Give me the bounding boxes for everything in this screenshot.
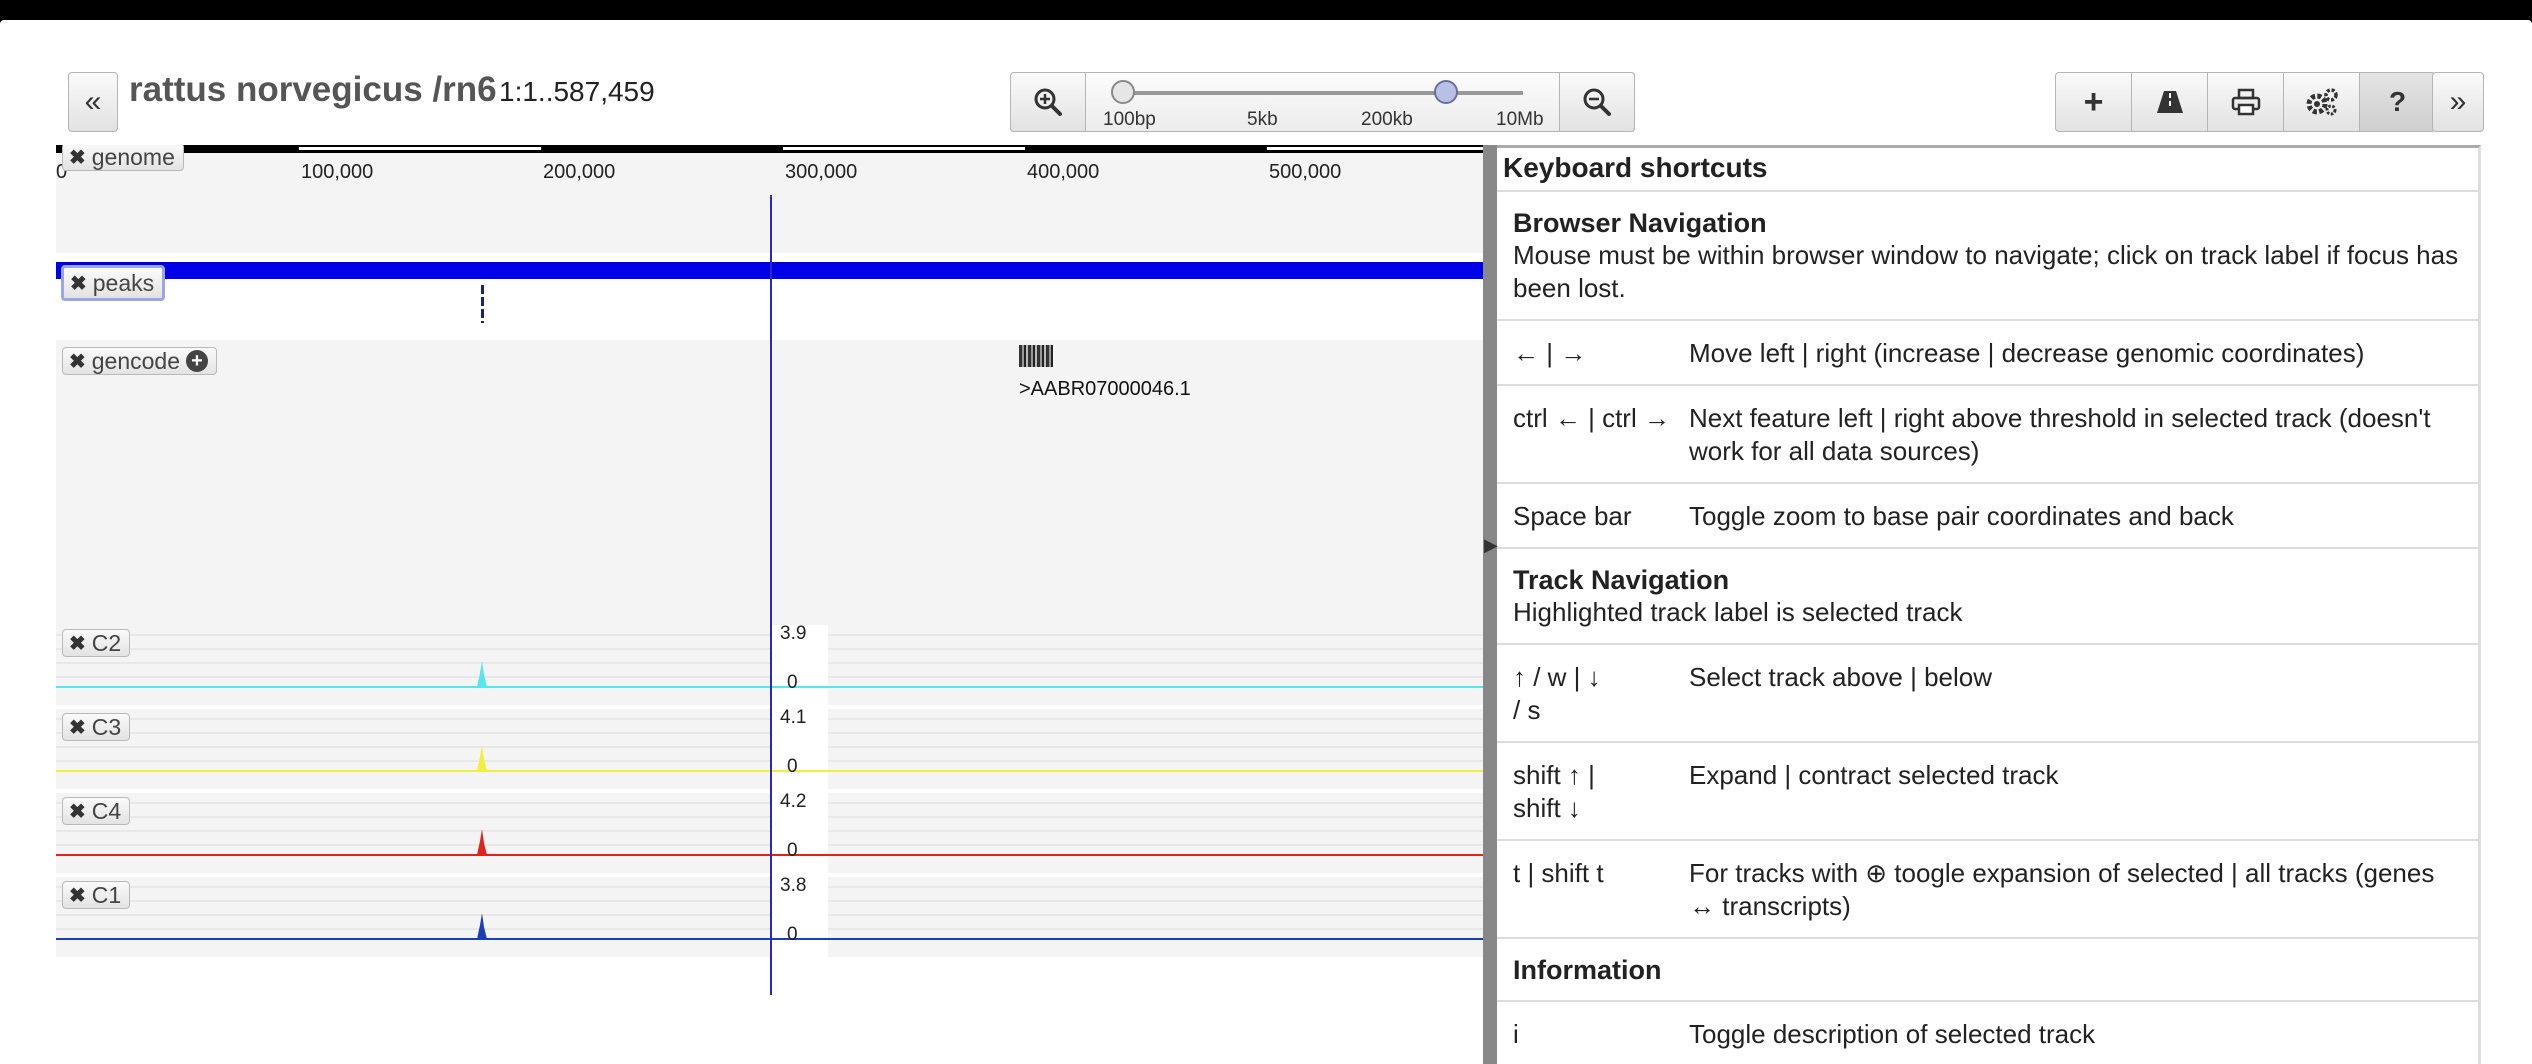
shortcut-key: Space bar	[1513, 501, 1632, 531]
chevron-right-icon[interactable]: ▶	[1484, 535, 1498, 556]
track-label-c2[interactable]: ✖ C2	[62, 629, 131, 657]
c1-max-label: 3.8	[780, 875, 807, 896]
close-icon[interactable]: ✖	[69, 715, 86, 740]
zoom-in-icon	[1034, 88, 1062, 116]
zoom-label-100bp: 100bp	[1103, 109, 1156, 130]
printer-icon	[2231, 88, 2260, 116]
shortcut-desc: Move left | right (increase | decrease g…	[1689, 338, 2365, 368]
toolbar: + ?	[2055, 72, 2436, 132]
zoom-label-5kb: 5kb	[1247, 109, 1278, 130]
zoom-in-button[interactable]	[1010, 72, 1086, 132]
shortcut-row: i Toggle description of selected track	[1497, 1002, 2478, 1064]
section-text: Mouse must be within browser window to n…	[1513, 240, 2459, 303]
track-label-c1[interactable]: ✖ C1	[62, 881, 131, 909]
information-section: Information	[1497, 939, 2478, 1002]
track-navigation-section: Track Navigation Highlighted track label…	[1497, 549, 2478, 645]
shortcut-desc: Toggle description of selected track	[1689, 1019, 2096, 1049]
genome-browser-tracks[interactable]: 0 100,000 200,000 300,000 400,000 500,00…	[56, 145, 1484, 995]
shortcut-key: shift ↑ | shift ↓	[1513, 760, 1595, 823]
help-button[interactable]: ?	[2359, 72, 2436, 132]
browser-navigation-section: Browser Navigation Mouse must be within …	[1497, 192, 2478, 321]
shortcut-desc: Toggle zoom to base pair coordinates and…	[1689, 501, 2234, 531]
gears-icon	[2306, 88, 2338, 116]
shortcut-key: ↑ / w | ↓ / s	[1513, 662, 1601, 725]
section-title: Information	[1513, 955, 1662, 985]
c2-min-label: 0	[787, 672, 798, 693]
track-label-c3[interactable]: ✖ C3	[62, 713, 131, 741]
shortcut-desc: Expand | contract selected track	[1689, 760, 2059, 790]
shortcut-desc: Select track above | below	[1689, 662, 1993, 692]
close-icon[interactable]: ✖	[69, 799, 86, 824]
position-cursor-line[interactable]	[770, 195, 772, 995]
panel-title: Keyboard shortcuts	[1497, 148, 2478, 192]
shortcut-key: ← | →	[1513, 338, 1587, 368]
zoom-slider-min-handle[interactable]	[1111, 80, 1135, 104]
shortcut-key: ctrl ← | ctrl →	[1513, 403, 1670, 433]
shortcut-row: t | shift t For tracks with ⊕ toogle expa…	[1497, 841, 2478, 939]
shortcut-desc: For tracks with ⊕ toogle expansion of se…	[1689, 858, 2435, 921]
panel-divider[interactable]	[1483, 145, 1497, 1064]
keyboard-shortcuts-panel: Keyboard shortcuts Browser Navigation Mo…	[1497, 145, 2481, 1064]
track-label-c4[interactable]: ✖ C4	[62, 797, 131, 825]
add-track-button[interactable]: +	[2055, 72, 2132, 132]
c2-max-label: 3.9	[780, 623, 807, 644]
road-icon	[2156, 91, 2183, 113]
c4-min-label: 0	[787, 840, 798, 861]
close-icon[interactable]: ✖	[69, 883, 86, 908]
shortcut-row: ctrl ← | ctrl → Next feature left | right…	[1497, 386, 2478, 484]
zoom-slider-track[interactable]	[1123, 91, 1523, 95]
shortcut-desc: Next feature left | right above threshol…	[1689, 403, 2431, 466]
zoom-label-10mb: 10Mb	[1496, 109, 1544, 130]
zoom-out-icon	[1583, 88, 1611, 116]
location-text[interactable]: 1:1..587,459	[499, 76, 655, 108]
section-title: Track Navigation	[1513, 565, 1730, 595]
shortcut-row: ↑ / w | ↓ / s Select track above | below	[1497, 645, 2478, 743]
shortcut-key: i	[1513, 1019, 1519, 1049]
zoom-slider-max-handle[interactable]	[1434, 80, 1458, 104]
shortcut-row: shift ↑ | shift ↓ Expand | contract selec…	[1497, 743, 2478, 841]
c1-min-label: 0	[787, 924, 798, 945]
c3-min-label: 0	[787, 756, 798, 777]
section-title: Browser Navigation	[1513, 208, 1767, 238]
zoom-label-200kb: 200kb	[1361, 109, 1413, 130]
c3-max-label: 4.1	[780, 707, 807, 728]
print-button[interactable]	[2207, 72, 2284, 132]
zoom-control: 100bp 5kb 200kb 10Mb	[1010, 72, 1635, 132]
genome-title: rattus norvegicus /rn6	[129, 70, 497, 109]
shortcut-key: t | shift t	[1513, 858, 1604, 888]
collapse-right-button[interactable]: »	[2432, 72, 2484, 132]
genome-browser-window: « rattus norvegicus /rn6 1:1..587,459 10…	[0, 20, 2532, 1064]
settings-button[interactable]	[2283, 72, 2360, 132]
close-icon[interactable]: ✖	[69, 631, 86, 656]
collapse-left-button[interactable]: «	[68, 72, 118, 132]
c4-max-label: 4.2	[780, 791, 807, 812]
shortcut-row: ← | → Move left | right (increase | decre…	[1497, 321, 2478, 386]
road-icon-button[interactable]	[2131, 72, 2208, 132]
shortcut-row: Space bar Toggle zoom to base pair coordi…	[1497, 484, 2478, 549]
zoom-out-button[interactable]	[1559, 72, 1635, 132]
section-text: Highlighted track label is selected trac…	[1513, 597, 1963, 627]
